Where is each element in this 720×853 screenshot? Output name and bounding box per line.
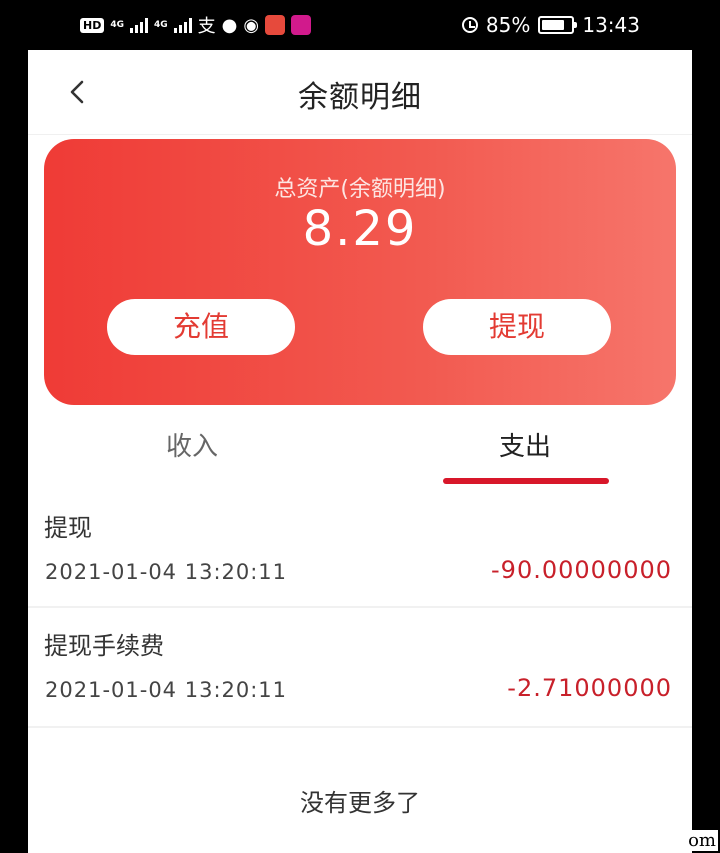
transaction-title: 提现 <box>44 514 92 542</box>
corner-text: om <box>686 830 718 851</box>
status-bar-right: 85% 13:43 <box>461 12 640 38</box>
tab-bar: 收入 支出 <box>28 418 692 488</box>
alipay-icon: 支 <box>197 16 216 37</box>
transaction-title: 提现手续费 <box>44 632 164 660</box>
status-bar-left: HD 4G 4G 支 ● ◉ <box>80 12 312 38</box>
battery-percent: 85% <box>485 13 531 37</box>
transaction-list: 提现 2021-01-04 13:20:11 -90.00000000 提现手续… <box>28 490 692 728</box>
transaction-time: 2021-01-04 13:20:11 <box>45 560 288 584</box>
status-time: 13:43 <box>582 13 640 37</box>
app-screen: 余额明细 总资产(余额明细) 8.29 充值 提现 收入 支出 提现 2021-… <box>28 50 692 853</box>
network-type-1: 4G <box>110 19 124 30</box>
active-tab-indicator <box>443 478 609 484</box>
tab-income[interactable]: 收入 <box>166 426 218 463</box>
balance-label: 总资产(余额明细) <box>274 177 446 202</box>
nav-bar: 余额明细 <box>28 50 692 135</box>
signal-icon <box>130 17 148 33</box>
app-notification-icon-2 <box>291 15 312 35</box>
list-item[interactable]: 提现手续费 2021-01-04 13:20:11 -2.71000000 <box>28 608 692 728</box>
qq-icon: ● <box>221 14 238 36</box>
transaction-amount: -2.71000000 <box>507 674 672 702</box>
network-type-2: 4G <box>154 19 168 30</box>
hd-badge: HD <box>80 17 105 33</box>
list-item[interactable]: 提现 2021-01-04 13:20:11 -90.00000000 <box>28 490 692 608</box>
transaction-amount: -90.00000000 <box>491 556 672 584</box>
page-title: 余额明细 <box>298 80 422 115</box>
alarm-icon <box>461 17 478 33</box>
transaction-time: 2021-01-04 13:20:11 <box>45 678 288 702</box>
signal-icon-2 <box>173 17 192 33</box>
battery-icon <box>538 16 578 34</box>
tab-expense[interactable]: 支出 <box>499 426 551 463</box>
status-bar: HD 4G 4G 支 ● ◉ 85% 13:43 <box>0 0 720 50</box>
no-more-text: 没有更多了 <box>300 789 420 817</box>
balance-amount: 8.29 <box>302 201 418 257</box>
wechat-icon: ◉ <box>243 14 260 36</box>
recharge-button[interactable]: 充值 <box>107 299 295 355</box>
balance-card: 总资产(余额明细) 8.29 充值 提现 <box>44 139 676 405</box>
app-notification-icon <box>265 15 286 35</box>
withdraw-button[interactable]: 提现 <box>423 299 611 355</box>
